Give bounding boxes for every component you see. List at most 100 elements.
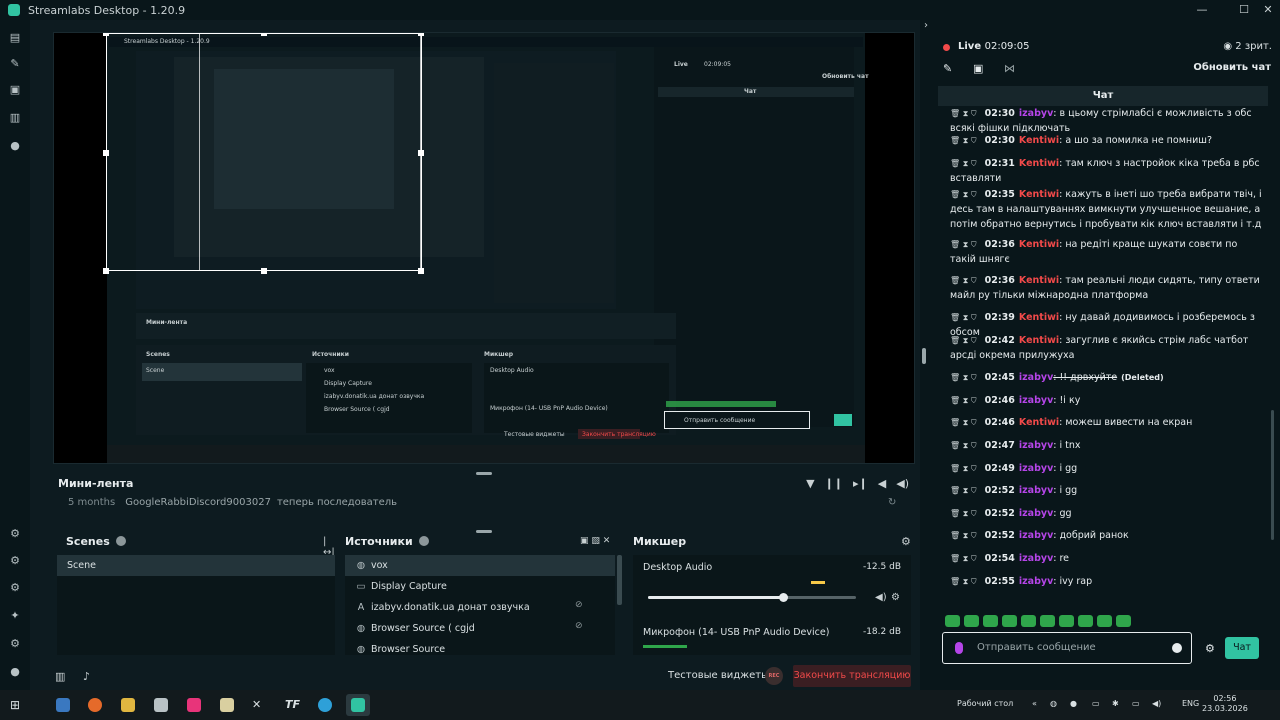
- message-user[interactable]: izabyv: [1019, 463, 1053, 474]
- maximize-button[interactable]: ☐: [1232, 2, 1256, 18]
- chat-message[interactable]: 🗑 ⧗ ⛉ 02:35 Kentiwi: кажуть в інеті шо тре…: [950, 187, 1266, 232]
- volume-slider[interactable]: [648, 593, 856, 602]
- windows-start-icon[interactable]: ⊞: [10, 698, 24, 712]
- copy-icon[interactable]: ▣: [973, 62, 983, 75]
- moderation-icons[interactable]: 🗑 ⧗ ⛉: [950, 190, 977, 199]
- chat-message[interactable]: 🗑 ⧗ ⛉ 02:47 izabyv: i tnx: [950, 438, 1266, 453]
- highlighter-icon[interactable]: ⚙: [9, 528, 21, 540]
- emote-icon[interactable]: [1078, 615, 1093, 627]
- message-user[interactable]: izabyv: [1019, 553, 1053, 564]
- chat-message[interactable]: 🗑 ⧗ ⛉ 02:52 izabyv: gg: [950, 506, 1266, 521]
- stream-preview[interactable]: Streamlabs Desktop - 1.20.9 Scenes Источ…: [53, 32, 915, 464]
- end-stream-button[interactable]: Закончить трансляцию: [793, 665, 911, 687]
- mic-app-icon[interactable]: [154, 698, 168, 712]
- refresh-chat-button[interactable]: Обновить чат: [1193, 62, 1271, 73]
- chat-message[interactable]: 🗑 ⧗ ⛉ 02:49 izabyv: i gg: [950, 461, 1266, 476]
- emote-icon[interactable]: [983, 615, 998, 627]
- mini-feed-user[interactable]: GoogleRabbiDiscord9003027: [125, 497, 271, 508]
- source-item[interactable]: ◍ Browser Source: [345, 639, 615, 655]
- message-user[interactable]: Kentiwi: [1019, 335, 1059, 346]
- tray-usb-icon[interactable]: ▭: [1092, 699, 1100, 708]
- mixer-settings-icon[interactable]: ⚙: [901, 535, 911, 548]
- moderation-icons[interactable]: 🗑 ⧗ ⛉: [950, 509, 977, 518]
- edit-icon[interactable]: ✎: [943, 62, 952, 75]
- skip-icon[interactable]: ▸❙: [853, 477, 868, 490]
- source-item[interactable]: ▭ Display Capture: [345, 576, 615, 597]
- chat-message[interactable]: 🗑 ⧗ ⛉ 02:36 Kentiwi: там реальні люди сидя…: [950, 273, 1266, 303]
- chat-message[interactable]: 🗑 ⧗ ⛉ 02:46 izabyv: !і ку: [950, 393, 1266, 408]
- chat-message[interactable]: 🗑 ⧗ ⛉ 02:42 Kentiwi: загуглив є якийсь стр…: [950, 333, 1266, 363]
- chat-message[interactable]: 🗑 ⧗ ⛉ 02:46 Kentiwi: можеш вивести на екра…: [950, 415, 1266, 430]
- chat-message[interactable]: 🗑 ⧗ ⛉ 02:52 izabyv: добрий ранок: [950, 528, 1266, 543]
- streamlabs-taskbar-icon[interactable]: [346, 694, 370, 716]
- source-item[interactable]: ◍ vox: [345, 555, 615, 576]
- collapse-chat-icon[interactable]: ›: [924, 20, 928, 31]
- test-widgets-button[interactable]: Тестовые виджеты: [668, 670, 769, 681]
- telegram-icon[interactable]: [318, 698, 332, 712]
- mic-icon[interactable]: [955, 642, 963, 654]
- tools-icon[interactable]: ⚙: [9, 555, 21, 567]
- chat-message[interactable]: 🗑 ⧗ ⛉ 02:36 Kentiwi: на редіті краще шукат…: [950, 237, 1266, 267]
- emote-icon[interactable]: [1002, 615, 1017, 627]
- message-user[interactable]: izabyv: [1019, 576, 1053, 587]
- rec-button[interactable]: REC: [765, 667, 783, 685]
- minimize-button[interactable]: —: [1190, 2, 1214, 18]
- moderation-icons[interactable]: 🗑 ⧗ ⛉: [950, 240, 977, 249]
- message-user[interactable]: izabyv: [1019, 485, 1053, 496]
- chat-settings-icon[interactable]: ⚙: [1205, 642, 1215, 655]
- message-user[interactable]: izabyv: [1019, 530, 1053, 541]
- moderation-icons[interactable]: 🗑 ⧗ ⛉: [950, 396, 977, 405]
- chat-message[interactable]: 🗑 ⧗ ⛉ 02:54 izabyv: re: [950, 551, 1266, 566]
- message-user[interactable]: izabyv: [1019, 440, 1053, 451]
- message-user[interactable]: Kentiwi: [1019, 158, 1059, 169]
- pause-icon[interactable]: ❙❙: [825, 477, 843, 490]
- tray-arrow-icon[interactable]: «: [1032, 699, 1037, 708]
- emote-icon[interactable]: [1097, 615, 1112, 627]
- message-user[interactable]: Kentiwi: [1019, 275, 1059, 286]
- visibility-off-icon[interactable]: ⊘: [575, 621, 583, 631]
- moderation-icons[interactable]: 🗑 ⧗ ⛉: [950, 554, 977, 563]
- speaker-icon[interactable]: ◀): [875, 592, 887, 603]
- desktop-label[interactable]: Рабочий стол: [957, 699, 1013, 708]
- selection-box-inner[interactable]: [199, 33, 421, 271]
- tray-bluetooth-icon[interactable]: ✱: [1112, 699, 1119, 708]
- message-user[interactable]: izabyv: [1019, 372, 1053, 383]
- volume-knob[interactable]: [779, 593, 789, 602]
- message-user[interactable]: Kentiwi: [1019, 312, 1059, 323]
- send-chat-button[interactable]: Чат: [1225, 637, 1259, 659]
- themes-icon[interactable]: ✎: [9, 58, 21, 70]
- language-indicator[interactable]: ENG: [1182, 699, 1199, 708]
- emoji-icon[interactable]: [1172, 643, 1182, 653]
- emote-icon[interactable]: [1040, 615, 1055, 627]
- moderation-icons[interactable]: 🗑 ⧗ ⛉: [950, 464, 977, 473]
- filter-icon[interactable]: ▼: [806, 477, 814, 490]
- message-user[interactable]: Kentiwi: [1019, 417, 1059, 428]
- notes-icon[interactable]: [220, 698, 234, 712]
- play-icon[interactable]: ●: [9, 140, 21, 152]
- moderation-icons[interactable]: 🗑 ⧗ ⛉: [950, 276, 977, 285]
- chat-message[interactable]: 🗑 ⧗ ⛉ 02:52 izabyv: i gg: [950, 483, 1266, 498]
- mute-icon[interactable]: ◀: [878, 477, 886, 490]
- message-user[interactable]: Kentiwi: [1019, 135, 1059, 146]
- emote-icon[interactable]: [1116, 615, 1131, 627]
- emote-icon[interactable]: [945, 615, 960, 627]
- moderation-icons[interactable]: 🗑 ⧗ ⛉: [950, 577, 977, 586]
- apps-icon[interactable]: ⚙: [9, 582, 21, 594]
- moderation-icons[interactable]: 🗑 ⧗ ⛉: [950, 531, 977, 540]
- message-user[interactable]: izabyv: [1019, 395, 1053, 406]
- message-user[interactable]: Kentiwi: [1019, 189, 1059, 200]
- layouts-icon[interactable]: ▥: [9, 112, 21, 124]
- message-user[interactable]: izabyv: [1019, 508, 1053, 519]
- clock[interactable]: 02:56 23.03.2026: [1202, 694, 1248, 714]
- moderation-icons[interactable]: 🗑 ⧗ ⛉: [950, 159, 977, 168]
- emote-icon[interactable]: [964, 615, 979, 627]
- tools-app-icon[interactable]: ✕: [252, 698, 266, 712]
- moderation-icons[interactable]: 🗑 ⧗ ⛉: [950, 136, 977, 145]
- chat-scrollbar[interactable]: [1271, 410, 1274, 540]
- tf-app-icon[interactable]: TF: [285, 698, 300, 712]
- add-source-icon[interactable]: [418, 536, 429, 546]
- visibility-off-icon[interactable]: ⊘: [575, 600, 583, 610]
- chat-message[interactable]: 🗑 ⧗ ⛉ 02:31 Kentiwi: там ключ з настройок …: [950, 156, 1266, 186]
- network-icon[interactable]: ▭: [1132, 699, 1140, 708]
- share-icon[interactable]: ⋈: [1004, 62, 1015, 75]
